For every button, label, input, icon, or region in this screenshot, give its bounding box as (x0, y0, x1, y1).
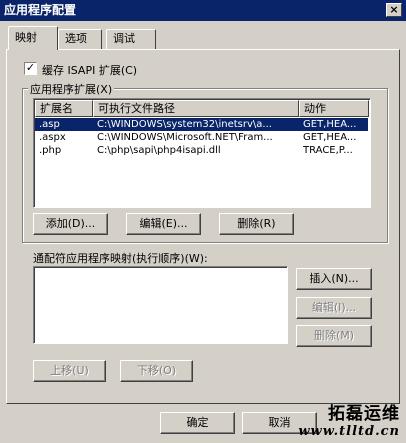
extensions-group-label: 应用程序扩展(X) (28, 81, 115, 97)
column-header-extension[interactable]: 扩展名 (35, 100, 93, 117)
delete-extension-button[interactable]: 删除(R) (219, 213, 294, 235)
edit-extension-button[interactable]: 编辑(E)... (126, 213, 201, 235)
tab-mapping[interactable]: 映射 (8, 26, 58, 50)
extensions-list[interactable]: 扩展名 可执行文件路径 动作 .asp C:\WINDOWS\system32\… (33, 98, 371, 208)
ok-button[interactable]: 确定 (160, 412, 235, 434)
move-up-button[interactable]: 上移(U) (33, 360, 106, 382)
cache-isapi-label: 缓存 ISAPI 扩展(C) (42, 64, 138, 77)
add-extension-button[interactable]: 添加(D)... (33, 213, 108, 235)
tab-debug[interactable]: 调试 (106, 29, 156, 49)
watermark: 拓磊运维 www.tlltd.cn (298, 404, 400, 439)
window-title-bar: 应用程序配置 (0, 0, 406, 21)
column-header-path[interactable]: 可执行文件路径 (93, 100, 299, 117)
check-mark-icon: ✓ (25, 61, 36, 74)
cache-isapi-checkbox[interactable]: ✓ (24, 62, 37, 75)
wildcard-label: 通配符应用程序映射(执行顺序)(W): (33, 252, 208, 265)
tab-options[interactable]: 选项 (58, 29, 102, 49)
delete-wildcard-button[interactable]: 删除(M) (296, 325, 372, 347)
window-title: 应用程序配置 (4, 3, 77, 17)
close-button[interactable]: × (386, 3, 402, 17)
insert-wildcard-button[interactable]: 插入(N)... (296, 268, 372, 290)
move-down-button[interactable]: 下移(O) (120, 360, 193, 382)
edit-wildcard-button[interactable]: 编辑(I)... (296, 297, 372, 319)
extension-row-aspx[interactable]: .aspx C:\WINDOWS\Microsoft.NET\Fram... G… (35, 131, 368, 144)
wildcard-list[interactable] (33, 266, 288, 344)
extension-row-asp[interactable]: .asp C:\WINDOWS\system32\inetsrv\a... GE… (35, 118, 368, 131)
extension-row-php[interactable]: .php C:\php\sapi\php4isapi.dll TRACE,P..… (35, 144, 368, 157)
close-icon: × (389, 3, 399, 16)
column-header-verbs[interactable]: 动作 (299, 100, 369, 117)
